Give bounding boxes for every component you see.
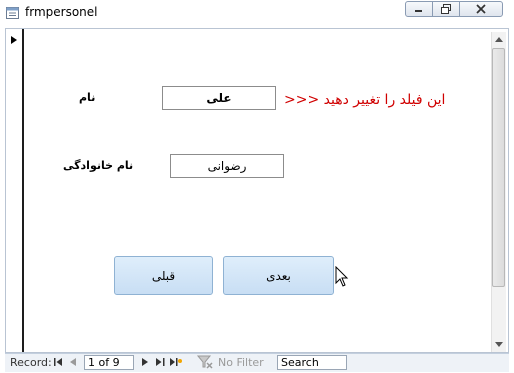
new-record-icon: [170, 357, 182, 366]
restore-icon: [441, 4, 451, 14]
family-field[interactable]: رضوانی: [170, 154, 284, 178]
record-label: Record:: [10, 356, 52, 369]
minimize-icon: [415, 10, 422, 12]
form-body: [5, 28, 509, 353]
first-record-button[interactable]: [52, 356, 64, 368]
search-input[interactable]: Search: [277, 355, 347, 370]
name-label: نام: [79, 91, 96, 104]
family-label: نام خانوادگی: [63, 159, 134, 172]
record-selector[interactable]: [6, 29, 24, 352]
window-title: frmpersonel: [25, 5, 98, 19]
filter-icon[interactable]: [197, 355, 213, 369]
mouse-cursor-icon: [335, 266, 349, 287]
previous-record-button[interactable]: [67, 356, 79, 368]
next-record-button[interactable]: [139, 356, 151, 368]
filter-label[interactable]: No Filter: [218, 356, 264, 369]
scroll-up-button[interactable]: [491, 32, 506, 47]
scroll-down-button[interactable]: [491, 337, 506, 352]
new-record-button[interactable]: [170, 356, 182, 368]
previous-button[interactable]: قبلی: [114, 256, 213, 295]
name-field[interactable]: علی: [162, 86, 276, 110]
arrow-up-icon: [494, 37, 503, 42]
next-button[interactable]: بعدی: [223, 256, 334, 295]
scroll-thumb[interactable]: [492, 48, 505, 287]
first-record-icon: [53, 358, 62, 366]
annotation-text: این فیلد را تغییر دهید <<<: [284, 92, 446, 108]
last-record-icon: [155, 358, 164, 366]
next-record-icon: [142, 358, 148, 366]
restore-button[interactable]: [432, 1, 460, 17]
last-record-button[interactable]: [154, 356, 166, 368]
minimize-button[interactable]: [405, 1, 433, 17]
arrow-down-icon: [494, 342, 503, 347]
form-icon: [6, 7, 19, 19]
current-record-input[interactable]: 1 of 9: [84, 355, 134, 370]
previous-record-icon: [70, 358, 76, 366]
close-icon: [476, 4, 486, 14]
close-button[interactable]: [459, 1, 503, 17]
current-record-arrow-icon: [11, 36, 17, 44]
